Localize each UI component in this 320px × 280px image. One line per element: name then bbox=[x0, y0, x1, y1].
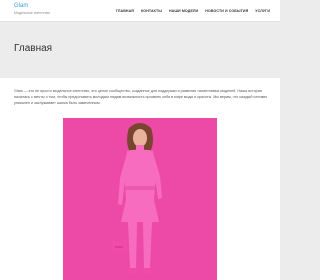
site-logo-text[interactable]: Glam bbox=[14, 3, 50, 10]
nav-item-models[interactable]: Наши модели bbox=[169, 9, 198, 14]
model-illustration bbox=[111, 123, 162, 274]
intro-text: Glam — это не просто модельное агентство… bbox=[14, 89, 268, 105]
nav-item-home[interactable]: Главная bbox=[116, 9, 134, 14]
brand[interactable]: Glam Модельное агентство bbox=[14, 3, 50, 16]
nav-item-contacts[interactable]: Контакты bbox=[141, 9, 162, 14]
main-nav: Главная Контакты Наши модели Новости и с… bbox=[109, 9, 270, 14]
nav-item-news[interactable]: Новости и события bbox=[205, 9, 248, 14]
main-content: Glam — это не просто модельное агентство… bbox=[0, 78, 280, 280]
nav-item-services[interactable]: Услуги bbox=[255, 9, 270, 14]
site-tagline: Модельное агентство bbox=[14, 11, 51, 15]
fashion-photo bbox=[63, 118, 217, 280]
page-title: Главная bbox=[14, 43, 53, 54]
site-header: Glam Модельное агентство Главная Контакт… bbox=[0, 0, 280, 22]
page-title-band: Главная bbox=[0, 23, 280, 78]
